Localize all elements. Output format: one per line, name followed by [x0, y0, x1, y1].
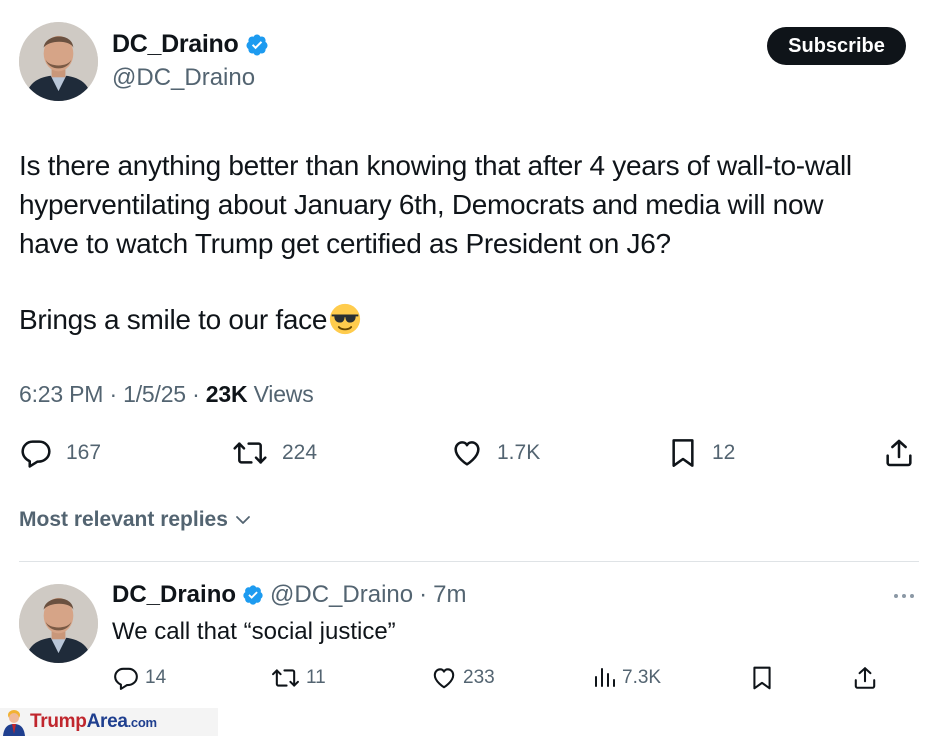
author-avatar[interactable] — [19, 22, 98, 101]
ellipsis-icon — [894, 594, 914, 598]
reply-author-handle[interactable]: @DC_Draino — [270, 581, 413, 609]
chevron-down-icon — [236, 516, 250, 524]
tweet-text: Is there anything better than knowing th… — [19, 146, 919, 339]
watermark-part-3: .com — [127, 715, 157, 730]
like-count: 1.7K — [497, 441, 541, 464]
reply-bookmark-button[interactable] — [750, 665, 774, 691]
watermark-part-2: Area — [86, 711, 128, 732]
share-button[interactable] — [883, 437, 915, 469]
reply-like-button[interactable]: 233 — [431, 665, 495, 691]
repost-arrows-icon — [272, 669, 299, 687]
meta-separator: · — [192, 381, 200, 407]
repost-button[interactable]: 224 — [232, 437, 317, 469]
verified-badge-icon — [245, 33, 269, 57]
reply-text: We call that “social justice” — [112, 618, 396, 645]
like-button[interactable]: 1.7K — [451, 437, 540, 469]
views-label: Views — [253, 381, 314, 407]
tweet-line-3: have to watch Trump get certified as Pre… — [19, 228, 671, 259]
avatar-portrait — [19, 584, 98, 663]
bookmark-count: 12 — [712, 441, 736, 464]
reply-reply-button[interactable]: 14 — [113, 665, 166, 691]
divider — [19, 561, 919, 562]
tweet-line-4: Brings a smile to our face — [19, 304, 328, 335]
avatar-portrait — [19, 22, 98, 101]
repost-count: 224 — [282, 441, 318, 464]
speech-bubble-icon — [21, 440, 51, 468]
repost-arrows-icon — [233, 442, 267, 464]
bookmark-button[interactable]: 12 — [668, 437, 735, 469]
share-upload-icon — [854, 667, 876, 689]
share-upload-icon — [886, 439, 912, 467]
heart-icon — [454, 441, 480, 466]
tweet-date[interactable]: 1/5/25 — [123, 381, 186, 407]
reply-views-button[interactable]: 7.3K — [592, 665, 661, 691]
heart-icon — [433, 668, 455, 689]
reply-author-avatar[interactable] — [19, 584, 98, 663]
reply-more-options[interactable] — [892, 586, 916, 606]
replies-sort-label: Most relevant replies — [19, 508, 228, 531]
speech-bubble-icon — [114, 667, 138, 690]
tweet-line-1: Is there anything better than knowing th… — [19, 150, 852, 181]
reply-views-count: 7.3K — [622, 667, 662, 688]
watermark-text: TrumpArea.com — [30, 711, 157, 733]
tweet-time[interactable]: 6:23 PM — [19, 381, 103, 407]
site-watermark: TrumpArea.com — [0, 708, 218, 736]
reply-reply-count: 14 — [145, 667, 167, 688]
sunglasses-emoji-icon — [329, 303, 361, 335]
reply-repost-button[interactable]: 11 — [271, 665, 326, 691]
verified-badge-icon — [242, 584, 264, 606]
reply-age[interactable]: 7m — [433, 581, 466, 609]
author-name-row[interactable]: DC_Draino — [112, 30, 269, 59]
views-count: 23K — [205, 381, 248, 407]
replies-sort-dropdown[interactable]: Most relevant replies — [19, 508, 252, 532]
reply-author-name[interactable]: DC_Draino — [112, 581, 236, 609]
author-handle[interactable]: @DC_Draino — [112, 64, 255, 92]
meta-separator: · — [109, 381, 117, 407]
bookmark-icon — [672, 439, 694, 467]
watermark-figure-icon — [3, 710, 25, 736]
reply-like-count: 233 — [463, 667, 495, 688]
bookmark-icon — [753, 666, 771, 690]
tweet-line-2: hyperventilating about January 6th, Demo… — [19, 189, 824, 220]
reply-button[interactable]: 167 — [20, 437, 101, 469]
reply-header: DC_Draino @DC_Draino · 7m — [112, 581, 466, 609]
bar-chart-icon — [595, 668, 615, 687]
reply-share-button[interactable] — [852, 665, 878, 691]
reply-count: 167 — [66, 441, 102, 464]
author-name[interactable]: DC_Draino — [112, 30, 239, 59]
reply-repost-count: 11 — [306, 667, 326, 688]
tweet-meta: 6:23 PM · 1/5/25 · 23K Views — [19, 381, 314, 408]
subscribe-button[interactable]: Subscribe — [767, 27, 906, 65]
reply-separator: · — [419, 581, 428, 608]
tweet-paragraph-2: Brings a smile to our face — [19, 300, 919, 339]
watermark-part-1: Trump — [30, 711, 87, 732]
